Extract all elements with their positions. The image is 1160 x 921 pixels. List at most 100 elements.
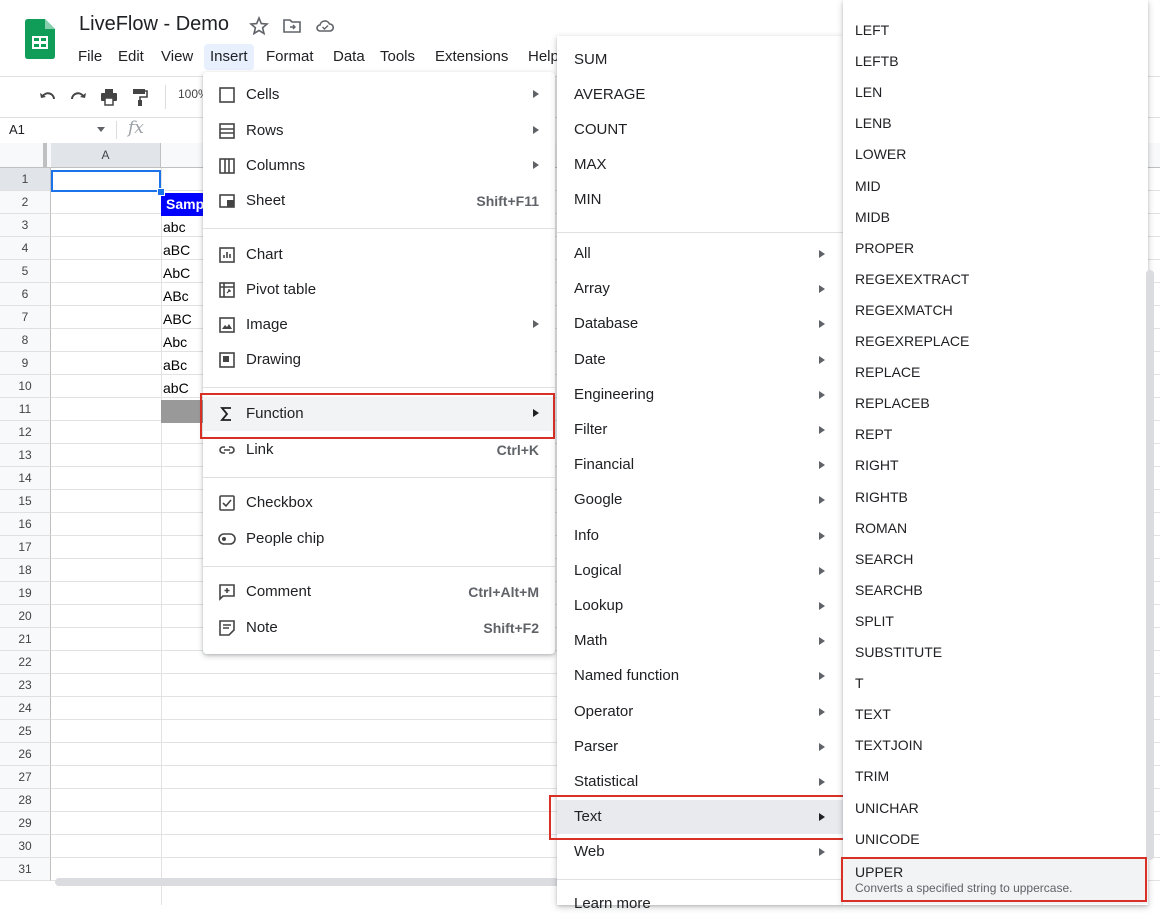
- cell-b9[interactable]: aBc: [163, 354, 187, 377]
- document-title[interactable]: LiveFlow - Demo: [79, 13, 229, 36]
- text-function-left[interactable]: LEFT: [843, 16, 1148, 46]
- redo-icon[interactable]: [68, 87, 88, 107]
- category-item-named-function[interactable]: Named function: [557, 659, 843, 693]
- row-header-24[interactable]: 24: [0, 697, 51, 720]
- row-header-15[interactable]: 15: [0, 490, 51, 513]
- category-item-logical[interactable]: Logical: [557, 554, 843, 588]
- cell-b7[interactable]: ABC: [163, 308, 192, 331]
- text-function-regexmatch[interactable]: REGEXMATCH: [843, 296, 1148, 326]
- row-header-17[interactable]: 17: [0, 536, 51, 559]
- category-item-web[interactable]: Web: [557, 835, 843, 869]
- menu-item-pivot-table[interactable]: Pivot table: [203, 273, 555, 307]
- text-function-search[interactable]: SEARCH: [843, 545, 1148, 575]
- print-icon[interactable]: [99, 87, 119, 107]
- function-item-sum[interactable]: SUM: [557, 43, 843, 77]
- fill-handle[interactable]: [157, 188, 165, 196]
- menu-item-people-chip[interactable]: People chip: [203, 522, 555, 556]
- row-header-1[interactable]: 1: [0, 168, 51, 191]
- menu-item-columns[interactable]: Columns: [203, 149, 555, 183]
- category-item-engineering[interactable]: Engineering: [557, 378, 843, 412]
- text-function-leftb[interactable]: LEFTB: [843, 47, 1148, 77]
- row-header-29[interactable]: 29: [0, 812, 51, 835]
- name-box[interactable]: A1: [9, 122, 25, 137]
- row-header-2[interactable]: 2: [0, 191, 51, 214]
- text-function-split[interactable]: SPLIT: [843, 607, 1148, 637]
- undo-icon[interactable]: [38, 87, 58, 107]
- row-header-30[interactable]: 30: [0, 835, 51, 858]
- row-header-6[interactable]: 6: [0, 283, 51, 306]
- select-all-corner[interactable]: [0, 143, 47, 167]
- cell-b8[interactable]: Abc: [163, 331, 187, 354]
- menu-format[interactable]: Format: [260, 44, 320, 70]
- text-function-substitute[interactable]: SUBSTITUTE: [843, 638, 1148, 668]
- text-function-replaceb[interactable]: REPLACEB: [843, 389, 1148, 419]
- sheets-logo-icon[interactable]: [25, 19, 55, 59]
- row-header-11[interactable]: 11: [0, 398, 51, 421]
- row-header-26[interactable]: 26: [0, 743, 51, 766]
- row-header-5[interactable]: 5: [0, 260, 51, 283]
- row-header-12[interactable]: 12: [0, 421, 51, 444]
- menu-item-note[interactable]: Note Shift+F2: [203, 611, 555, 645]
- category-item-math[interactable]: Math: [557, 624, 843, 658]
- submenu-scrollbar[interactable]: [1146, 270, 1154, 860]
- text-function-textjoin[interactable]: TEXTJOIN: [843, 731, 1148, 761]
- text-function-rept[interactable]: REPT: [843, 420, 1148, 450]
- menu-tools[interactable]: Tools: [374, 44, 421, 70]
- row-header-31[interactable]: 31: [0, 858, 51, 881]
- star-icon[interactable]: [249, 15, 269, 36]
- row-header-20[interactable]: 20: [0, 605, 51, 628]
- cell-b3[interactable]: abc: [163, 216, 186, 239]
- row-header-23[interactable]: 23: [0, 674, 51, 697]
- function-item-min[interactable]: MIN: [557, 183, 843, 217]
- row-header-3[interactable]: 3: [0, 214, 51, 237]
- category-item-google[interactable]: Google: [557, 483, 843, 517]
- chevron-down-icon[interactable]: [97, 127, 105, 132]
- text-function-unicode[interactable]: UNICODE: [843, 825, 1148, 855]
- text-function-trim[interactable]: TRIM: [843, 762, 1148, 792]
- row-header-21[interactable]: 21: [0, 628, 51, 651]
- text-function-midb[interactable]: MIDB: [843, 203, 1148, 233]
- text-function-roman[interactable]: ROMAN: [843, 514, 1148, 544]
- row-header-27[interactable]: 27: [0, 766, 51, 789]
- text-function-unichar[interactable]: UNICHAR: [843, 794, 1148, 824]
- menu-item-checkbox[interactable]: Checkbox: [203, 486, 555, 520]
- menu-extensions[interactable]: Extensions: [429, 44, 514, 70]
- category-item-operator[interactable]: Operator: [557, 695, 843, 729]
- menu-item-sheet[interactable]: Sheet Shift+F11: [203, 184, 555, 218]
- text-function-proper[interactable]: PROPER: [843, 234, 1148, 264]
- text-function-rightb[interactable]: RIGHTB: [843, 483, 1148, 513]
- category-item-parser[interactable]: Parser: [557, 730, 843, 764]
- category-item-lookup[interactable]: Lookup: [557, 589, 843, 623]
- category-item-array[interactable]: Array: [557, 272, 843, 306]
- menu-data[interactable]: Data: [327, 44, 371, 70]
- horizontal-scrollbar[interactable]: [55, 878, 565, 886]
- row-header-25[interactable]: 25: [0, 720, 51, 743]
- selected-cell-a1[interactable]: [51, 170, 161, 192]
- function-item-max[interactable]: MAX: [557, 148, 843, 182]
- text-function-lower[interactable]: LOWER: [843, 140, 1148, 170]
- menu-item-function[interactable]: Function: [203, 397, 555, 431]
- menu-item-comment[interactable]: Comment Ctrl+Alt+M: [203, 575, 555, 609]
- text-function-regexreplace[interactable]: REGEXREPLACE: [843, 327, 1148, 357]
- cloud-status-icon[interactable]: [315, 16, 335, 36]
- move-to-folder-icon[interactable]: [282, 16, 302, 36]
- category-item-text[interactable]: Text: [557, 800, 843, 835]
- category-item-date[interactable]: Date: [557, 343, 843, 377]
- row-header-19[interactable]: 19: [0, 582, 51, 605]
- learn-more-link[interactable]: Learn more: [557, 887, 843, 921]
- row-header-7[interactable]: 7: [0, 306, 51, 329]
- category-item-all[interactable]: All: [557, 237, 843, 271]
- menu-item-rows[interactable]: Rows: [203, 114, 555, 148]
- cell-b5[interactable]: AbC: [163, 262, 190, 285]
- menu-edit[interactable]: Edit: [112, 44, 150, 70]
- row-header-22[interactable]: 22: [0, 651, 51, 674]
- paint-format-icon[interactable]: [130, 87, 150, 107]
- text-function-lenb[interactable]: LENB: [843, 109, 1148, 139]
- function-item-average[interactable]: AVERAGE: [557, 78, 843, 112]
- text-function-t[interactable]: T: [843, 669, 1148, 699]
- row-header-9[interactable]: 9: [0, 352, 51, 375]
- category-item-statistical[interactable]: Statistical: [557, 765, 843, 799]
- row-header-28[interactable]: 28: [0, 789, 51, 812]
- row-header-10[interactable]: 10: [0, 375, 51, 398]
- menu-item-image[interactable]: Image: [203, 308, 555, 342]
